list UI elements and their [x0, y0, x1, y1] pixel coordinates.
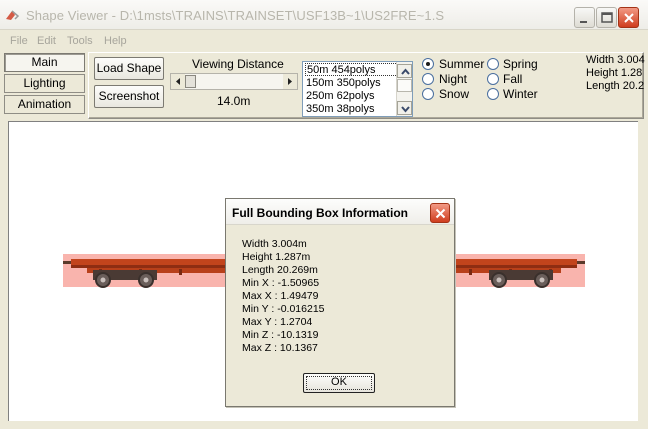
- scroll-thumb[interactable]: [397, 79, 412, 92]
- slider-right-arrow-icon[interactable]: [283, 74, 297, 89]
- load-shape-button[interactable]: Load Shape: [94, 57, 164, 80]
- lod-item[interactable]: 350m 38polys: [305, 103, 398, 116]
- minimize-icon: [580, 21, 587, 23]
- viewing-distance-label: Viewing Distance: [192, 57, 284, 71]
- spring-label: Spring: [503, 57, 538, 71]
- night-label: Night: [439, 72, 468, 86]
- bbox-min-z: Min Z : -10.1319: [242, 329, 319, 341]
- viewing-distance-value: 14.0m: [217, 94, 251, 108]
- winter-label: Winter: [503, 87, 538, 101]
- dialog-title-bar: Full Bounding Box Information: [226, 199, 454, 225]
- fall-label: Fall: [503, 72, 523, 86]
- summer-radio[interactable]: [422, 58, 434, 70]
- close-icon: [435, 208, 446, 219]
- ok-button[interactable]: OK: [303, 373, 375, 393]
- slider-left-arrow-icon[interactable]: [171, 74, 185, 89]
- bbox-min-x: Min X : -1.50965: [242, 277, 320, 289]
- menu-bar: File Edit Tools Help: [0, 31, 648, 51]
- minimize-button[interactable]: [574, 7, 595, 28]
- length-readout: Length 20.2: [586, 80, 645, 92]
- bbox-length: Length 20.269m: [242, 264, 318, 276]
- dialog-close-button[interactable]: [430, 203, 450, 223]
- bounding-box-dialog: Full Bounding Box Information Width 3.00…: [225, 198, 455, 407]
- slider-thumb[interactable]: [185, 75, 196, 88]
- close-icon: [624, 13, 634, 23]
- lod-item[interactable]: 150m 350polys: [305, 77, 398, 90]
- maximize-icon: [601, 12, 613, 23]
- menu-edit[interactable]: Edit: [37, 35, 56, 47]
- lod-item[interactable]: 50m 454polys: [305, 63, 398, 76]
- dialog-title: Full Bounding Box Information: [232, 206, 408, 220]
- focus-ring: [306, 376, 372, 390]
- menu-help[interactable]: Help: [104, 35, 127, 47]
- lod-scrollbar[interactable]: [396, 62, 412, 116]
- width-readout: Width 3.004: [586, 54, 645, 66]
- menu-tools[interactable]: Tools: [67, 35, 93, 47]
- screenshot-button[interactable]: Screenshot: [94, 85, 164, 108]
- fall-radio[interactable]: [487, 73, 499, 85]
- bbox-max-y: Max Y : 1.2704: [242, 316, 313, 328]
- night-radio[interactable]: [422, 73, 434, 85]
- title-bar: Shape Viewer - D:\1msts\TRAINS\TRAINSET\…: [0, 0, 648, 30]
- window-title: Shape Viewer - D:\1msts\TRAINS\TRAINSET\…: [26, 8, 445, 23]
- bbox-height: Height 1.287m: [242, 251, 311, 263]
- tab-lighting[interactable]: Lighting: [4, 74, 85, 93]
- winter-radio[interactable]: [487, 88, 499, 100]
- menu-file[interactable]: File: [10, 35, 28, 47]
- lod-item[interactable]: 250m 62polys: [305, 90, 398, 103]
- lod-listbox[interactable]: 50m 454polys 150m 350polys 250m 62polys …: [302, 61, 413, 117]
- scroll-up-icon[interactable]: [397, 64, 412, 78]
- snow-label: Snow: [439, 87, 470, 101]
- summer-label: Summer: [439, 57, 485, 71]
- tab-main[interactable]: Main: [4, 53, 85, 72]
- bbox-min-y: Min Y : -0.016215: [242, 303, 325, 315]
- close-button[interactable]: [618, 7, 639, 28]
- app-icon: [6, 10, 20, 20]
- snow-radio[interactable]: [422, 88, 434, 100]
- bbox-width: Width 3.004m: [242, 238, 307, 250]
- viewing-distance-slider[interactable]: [170, 73, 298, 90]
- height-readout: Height 1.28: [586, 67, 643, 79]
- bbox-max-z: Max Z : 10.1367: [242, 342, 318, 354]
- maximize-button[interactable]: [596, 7, 617, 28]
- spring-radio[interactable]: [487, 58, 499, 70]
- scroll-down-icon[interactable]: [397, 101, 412, 115]
- tab-animation[interactable]: Animation: [4, 95, 85, 114]
- bbox-max-x: Max X : 1.49479: [242, 290, 319, 302]
